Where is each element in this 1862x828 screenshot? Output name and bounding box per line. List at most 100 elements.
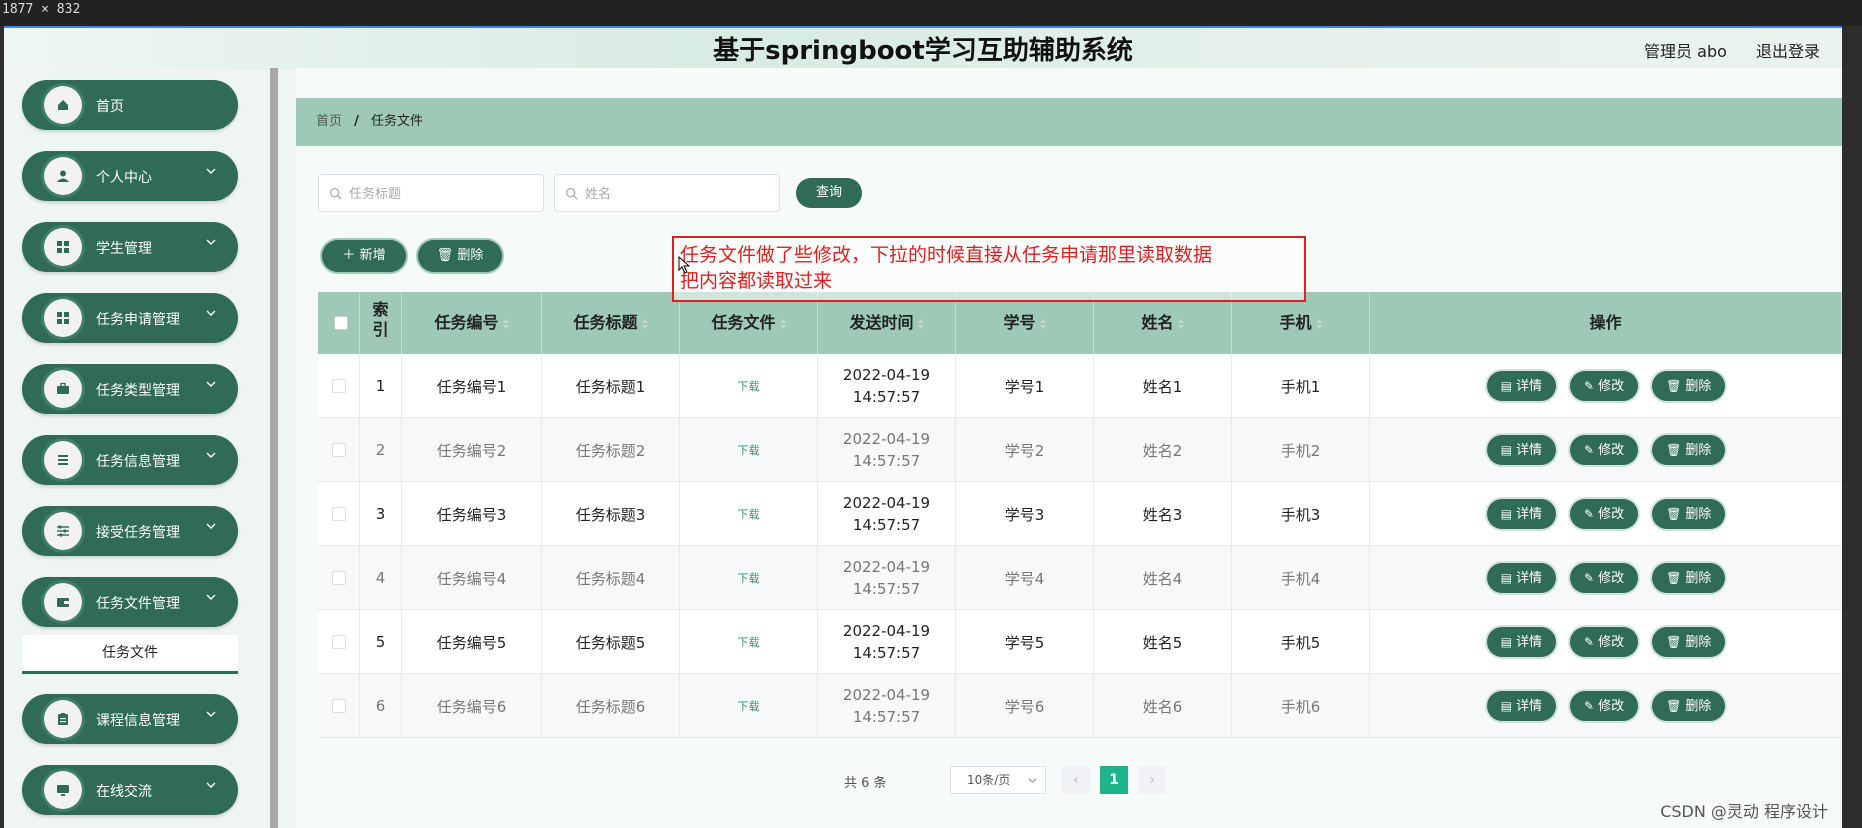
row-checkbox[interactable] (331, 699, 346, 713)
monitor-icon (57, 785, 69, 796)
sort-icon (502, 318, 509, 329)
sidebar-item-7[interactable]: 接受任务管理 (22, 506, 238, 556)
column-header-label: 索引 (372, 300, 389, 339)
download-link[interactable]: 下载 (738, 378, 760, 394)
download-link[interactable]: 下载 (738, 634, 760, 650)
document-icon: ▤ (1500, 507, 1512, 521)
query-button[interactable]: 查询 (796, 178, 862, 208)
cell-phone: 手机2 (1232, 418, 1370, 482)
row-checkbox[interactable] (331, 635, 346, 649)
prev-page-button[interactable]: ‹ (1062, 766, 1090, 794)
edit-button[interactable]: ✎ 修改 (1570, 435, 1639, 465)
cell-name: 姓名6 (1094, 674, 1232, 738)
detail-button[interactable]: ▤ 详情 (1486, 563, 1557, 593)
column-header-task-no[interactable]: 任务编号 (402, 292, 542, 354)
row-select-cell (318, 354, 360, 418)
download-link[interactable]: 下载 (738, 442, 760, 458)
sidebar-scrollbar[interactable] (270, 68, 278, 828)
download-link[interactable]: 下载 (738, 698, 760, 714)
sidebar-item-6[interactable]: 任务信息管理 (22, 435, 238, 485)
page-1-button[interactable]: 1 (1100, 766, 1128, 794)
column-header-label: 发送时间 (849, 313, 914, 332)
pencil-icon: ✎ (1584, 699, 1595, 713)
trash-icon: 🗑 (1666, 379, 1682, 393)
sidebar-item-label: 在线交流 (96, 784, 152, 800)
breadcrumb-home[interactable]: 首页 (316, 114, 342, 129)
menu-icon-wrap (44, 512, 82, 550)
edit-button[interactable]: ✎ 修改 (1570, 371, 1639, 401)
admin-label: 管理员 abo (1644, 42, 1727, 61)
annotation-box: 任务文件做了些修改，下拉的时候直接从任务申请那里读取数据 把内容都读取过来 (672, 236, 1306, 302)
chevron-down-icon (206, 594, 216, 600)
select-all-checkbox[interactable] (334, 316, 348, 330)
batch-delete-button[interactable]: 🗑 删除 (418, 240, 502, 272)
column-header-task-title[interactable]: 任务标题 (542, 292, 680, 354)
sidebar-item-2[interactable]: 个人中心 (22, 151, 238, 201)
cell-phone: 手机6 (1232, 674, 1370, 738)
edit-button[interactable]: ✎ 修改 (1570, 627, 1639, 657)
cell-name: 姓名1 (1094, 354, 1232, 418)
annotation-line-1: 任务文件做了些修改，下拉的时候直接从任务申请那里读取数据 (680, 244, 1213, 266)
row-checkbox[interactable] (331, 379, 346, 393)
delete-button[interactable]: 🗑 删除 (1652, 435, 1726, 465)
sort-icon (641, 318, 648, 329)
document-icon: ▤ (1500, 379, 1512, 393)
row-select-cell (318, 482, 360, 546)
detail-button[interactable]: ▤ 详情 (1486, 371, 1557, 401)
delete-label: 删除 (1685, 379, 1712, 394)
cell-title: 任务标题1 (542, 354, 680, 418)
add-button[interactable]: ＋ 新增 (322, 240, 406, 272)
detail-button[interactable]: ▤ 详情 (1486, 435, 1557, 465)
download-link[interactable]: 下载 (738, 570, 760, 586)
delete-button[interactable]: 🗑 删除 (1652, 627, 1726, 657)
table-row: 5 任务编号5 任务标题5 下载 2022-04-19 14:57:57 学号5 姓名5 手机… (318, 610, 1842, 674)
detail-button[interactable]: ▤ 详情 (1486, 691, 1557, 721)
edit-button[interactable]: ✎ 修改 (1570, 499, 1639, 529)
logout-link[interactable]: 退出登录 (1756, 42, 1820, 61)
cell-no: 任务编号3 (402, 482, 542, 546)
edit-button[interactable]: ✎ 修改 (1570, 691, 1639, 721)
menu-icon-wrap (44, 157, 82, 195)
detail-button[interactable]: ▤ 详情 (1486, 499, 1557, 529)
chevron-down-icon (206, 782, 216, 788)
name-search[interactable] (554, 174, 780, 212)
delete-button[interactable]: 🗑 删除 (1652, 563, 1726, 593)
sidebar-item-3[interactable]: 学生管理 (22, 222, 238, 272)
page-size-select[interactable]: 10条/页 (950, 766, 1046, 794)
detail-label: 详情 (1516, 571, 1543, 586)
row-checkbox[interactable] (331, 443, 346, 457)
sidebar-item-8[interactable]: 任务文件管理 (22, 577, 238, 627)
edit-button[interactable]: ✎ 修改 (1570, 563, 1639, 593)
edit-label: 修改 (1598, 443, 1625, 458)
task-title-search[interactable] (318, 174, 544, 212)
screen-size-label: 1877 × 832 (2, 2, 81, 17)
column-header-ops: 操作 (1370, 292, 1842, 354)
next-page-button[interactable]: › (1138, 766, 1166, 794)
name-input[interactable] (583, 183, 767, 205)
pencil-icon: ✎ (1584, 635, 1595, 649)
table-row: 2 任务编号2 任务标题2 下载 2022-04-19 14:57:57 学号2 姓名2 手机… (318, 418, 1842, 482)
sidebar-item-5[interactable]: 任务类型管理 (22, 364, 238, 414)
detail-button[interactable]: ▤ 详情 (1486, 627, 1557, 657)
document-icon: ▤ (1500, 699, 1512, 713)
delete-button[interactable]: 🗑 删除 (1652, 691, 1726, 721)
column-header-index: 索引 (360, 292, 402, 354)
row-checkbox[interactable] (331, 571, 346, 585)
delete-button[interactable]: 🗑 删除 (1652, 371, 1726, 401)
column-header-label: 学号 (1003, 313, 1036, 332)
trash-icon: 🗑 (1666, 443, 1682, 457)
cell-name: 姓名4 (1094, 546, 1232, 610)
sidebar-item-9[interactable]: 课程信息管理 (22, 694, 238, 744)
sidebar-item-4[interactable]: 任务申请管理 (22, 293, 238, 343)
delete-button[interactable]: 🗑 删除 (1652, 499, 1726, 529)
edit-label: 修改 (1598, 507, 1625, 522)
cell-sno: 学号6 (956, 674, 1094, 738)
sidebar-item-1[interactable]: 首页 (22, 80, 238, 130)
download-link[interactable]: 下载 (738, 506, 760, 522)
annotation-line-2: 把内容都读取过来 (680, 270, 833, 292)
task-title-input[interactable] (347, 183, 531, 205)
chevron-down-icon (1028, 778, 1037, 784)
sidebar-item-10[interactable]: 在线交流 (22, 765, 238, 815)
sidebar-subitem-task-file[interactable]: 任务文件 (22, 635, 238, 674)
row-checkbox[interactable] (331, 507, 346, 521)
